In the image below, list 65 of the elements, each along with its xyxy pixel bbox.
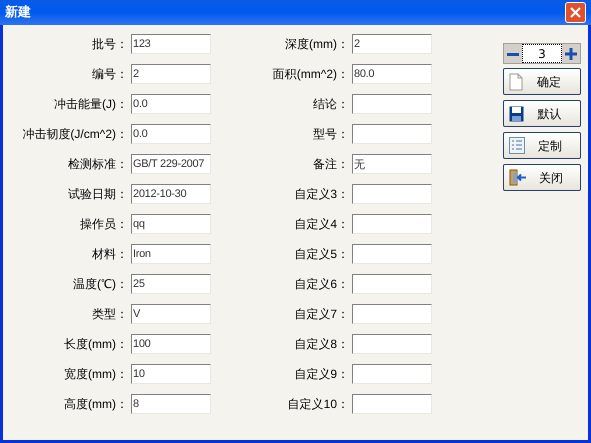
input-field[interactable]	[352, 364, 432, 384]
input-field[interactable]: 2	[352, 34, 432, 54]
input-field[interactable]: GB/T 229-2007	[131, 154, 211, 174]
field-label: 宽度(mm)：	[63, 366, 129, 383]
field-label: 自定义4：	[293, 216, 350, 233]
field-label: 冲击能量(J)：	[53, 96, 129, 113]
input-field[interactable]: 0.0	[131, 124, 211, 144]
input-field[interactable]: Iron	[131, 244, 211, 264]
dialog-button[interactable]: 定制	[503, 132, 581, 159]
close-button[interactable]	[565, 2, 586, 23]
input-field[interactable]: 2	[131, 64, 211, 84]
input-field[interactable]	[352, 334, 432, 354]
list-icon	[509, 137, 525, 154]
plus-icon[interactable]	[564, 46, 578, 60]
input-field[interactable]: 2012-10-30	[131, 184, 211, 204]
field-label: 温度(℃)：	[72, 276, 129, 293]
field-label: 自定义6：	[293, 276, 350, 293]
number-spinner[interactable]: 3	[503, 43, 581, 64]
field-label: 自定义7：	[293, 306, 350, 323]
input-field[interactable]: 100	[131, 334, 211, 354]
field-label: 检测标准：	[67, 156, 129, 173]
dialog-button[interactable]: 确定	[503, 68, 581, 95]
close-icon	[570, 7, 581, 18]
dialog-button[interactable]: 关闭	[503, 164, 581, 191]
input-field[interactable]: 8	[131, 394, 211, 414]
field-label: 类型：	[91, 306, 129, 323]
field-label: 编号：	[91, 66, 129, 83]
field-label: 冲击韧度(J/cm^2)：	[21, 126, 129, 143]
input-field[interactable]: 无	[352, 154, 432, 174]
input-field[interactable]	[352, 94, 432, 114]
field-label: 操作员：	[79, 216, 129, 233]
input-field[interactable]	[352, 214, 432, 234]
input-field[interactable]: qq	[131, 214, 211, 234]
exit-door-icon	[509, 169, 527, 186]
field-label: 自定义8：	[293, 336, 350, 353]
field-label: 自定义3：	[293, 186, 350, 203]
field-label: 型号：	[312, 126, 350, 143]
field-label: 批号：	[91, 36, 129, 53]
dialog-button[interactable]: 默认	[503, 100, 581, 127]
input-field[interactable]	[352, 124, 432, 144]
field-label: 长度(mm)：	[63, 336, 129, 353]
input-field[interactable]	[352, 274, 432, 294]
field-label: 材料：	[91, 246, 129, 263]
field-label: 自定义10：	[286, 396, 350, 413]
input-field[interactable]: 123	[131, 34, 211, 54]
counter-value: 3	[522, 44, 562, 63]
field-label: 面积(mm^2)：	[272, 66, 350, 83]
input-field[interactable]: 25	[131, 274, 211, 294]
window-title: 新建	[5, 4, 31, 22]
input-field[interactable]	[352, 184, 432, 204]
input-field[interactable]: V	[131, 304, 211, 324]
field-label: 高度(mm)：	[63, 396, 129, 413]
field-label: 结论：	[312, 96, 350, 113]
input-field[interactable]	[352, 304, 432, 324]
field-label: 试验日期：	[67, 186, 129, 203]
document-icon	[509, 72, 523, 90]
input-field[interactable]: 10	[131, 364, 211, 384]
input-field[interactable]: 0.0	[131, 94, 211, 114]
input-field[interactable]	[352, 244, 432, 264]
field-label: 自定义9：	[293, 366, 350, 383]
input-field[interactable]: 80.0	[352, 64, 432, 84]
input-field[interactable]	[352, 394, 432, 414]
field-label: 深度(mm)：	[284, 36, 350, 53]
field-label: 备注：	[312, 156, 350, 173]
field-label: 自定义5：	[293, 246, 350, 263]
